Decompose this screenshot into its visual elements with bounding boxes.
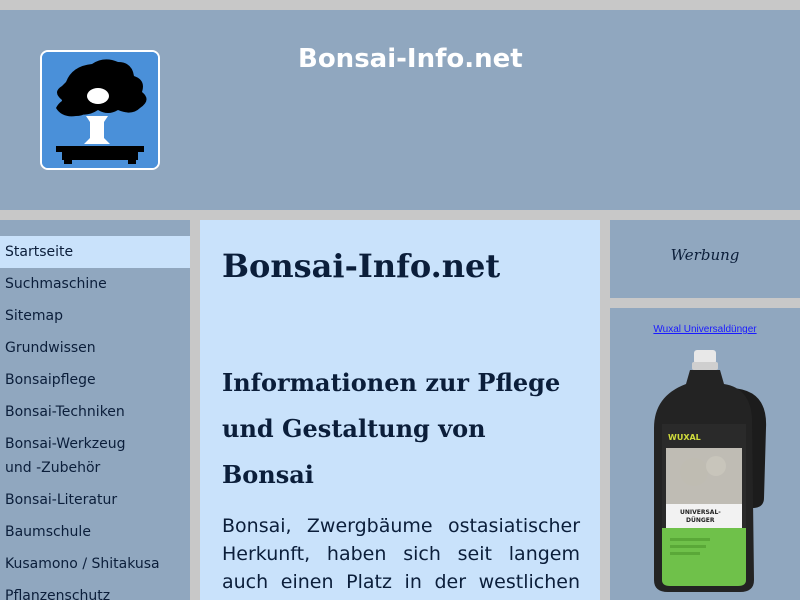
sidebar-item-label-line2: und -Zubehör — [5, 460, 101, 476]
ad-label: Werbung — [670, 246, 740, 264]
sidebar-item-grundwissen[interactable]: Grundwissen — [0, 332, 190, 364]
product-name-line1: UNIVERSAL- — [680, 509, 721, 516]
header: Bonsai-Info.net — [0, 10, 800, 210]
sidebar-item-baumschule[interactable]: Baumschule — [0, 516, 190, 548]
sidebar-item-bonsai-werkzeug[interactable]: Bonsai-Werkzeug und -Zubehör — [0, 428, 190, 484]
sidebar-item-pflanzenschutz[interactable]: Pflanzenschutz — [0, 580, 190, 600]
page-subtitle-line3: Bonsai — [222, 460, 314, 489]
product-brand: WUXAL — [668, 433, 701, 442]
bonsai-logo-icon — [42, 52, 158, 168]
page-title: Bonsai-Info.net — [222, 247, 501, 285]
site-title[interactable]: Bonsai-Info.net — [298, 44, 523, 74]
sidebar-item-label: Bonsai-Werkzeug — [5, 436, 126, 452]
fertilizer-bottle-image[interactable]: WUXAL UNIVERSAL- DÜNGER — [640, 348, 780, 598]
intro-paragraph: Bonsai, Zwergbäume ostasiatischer Herkun… — [222, 515, 580, 600]
page-subtitle-line2: und Gestaltung von — [222, 414, 486, 443]
sidebar-item-bonsaipflege[interactable]: Bonsaipflege — [0, 364, 190, 396]
sidebar-item-bonsai-literatur[interactable]: Bonsai-Literatur — [0, 484, 190, 516]
page-subtitle: Informationen zur Pflege und Gestaltung … — [222, 360, 580, 498]
ad-box: Wuxal Universaldünger WUXAL UNIVERSAL- D… — [610, 308, 800, 600]
product-name-line2: DÜNGER — [686, 517, 715, 524]
sidebar-item-bonsai-techniken[interactable]: Bonsai-Techniken — [0, 396, 190, 428]
main-content: Bonsai-Info.net Informationen zur Pflege… — [200, 220, 600, 600]
site-logo[interactable] — [40, 50, 160, 170]
ad-label-box: Werbung — [610, 220, 800, 298]
page-subtitle-line1: Informationen zur Pflege — [222, 368, 561, 397]
sidebar-item-kusamono[interactable]: Kusamono / Shitakusa — [0, 548, 190, 580]
sidebar-nav: Startseite Suchmaschine Sitemap Grundwis… — [0, 220, 190, 600]
ad-link[interactable]: Wuxal Universaldünger — [610, 324, 800, 335]
sidebar-item-sitemap[interactable]: Sitemap — [0, 300, 190, 332]
sidebar-item-startseite[interactable]: Startseite — [0, 236, 190, 268]
sidebar-item-suchmaschine[interactable]: Suchmaschine — [0, 268, 190, 300]
